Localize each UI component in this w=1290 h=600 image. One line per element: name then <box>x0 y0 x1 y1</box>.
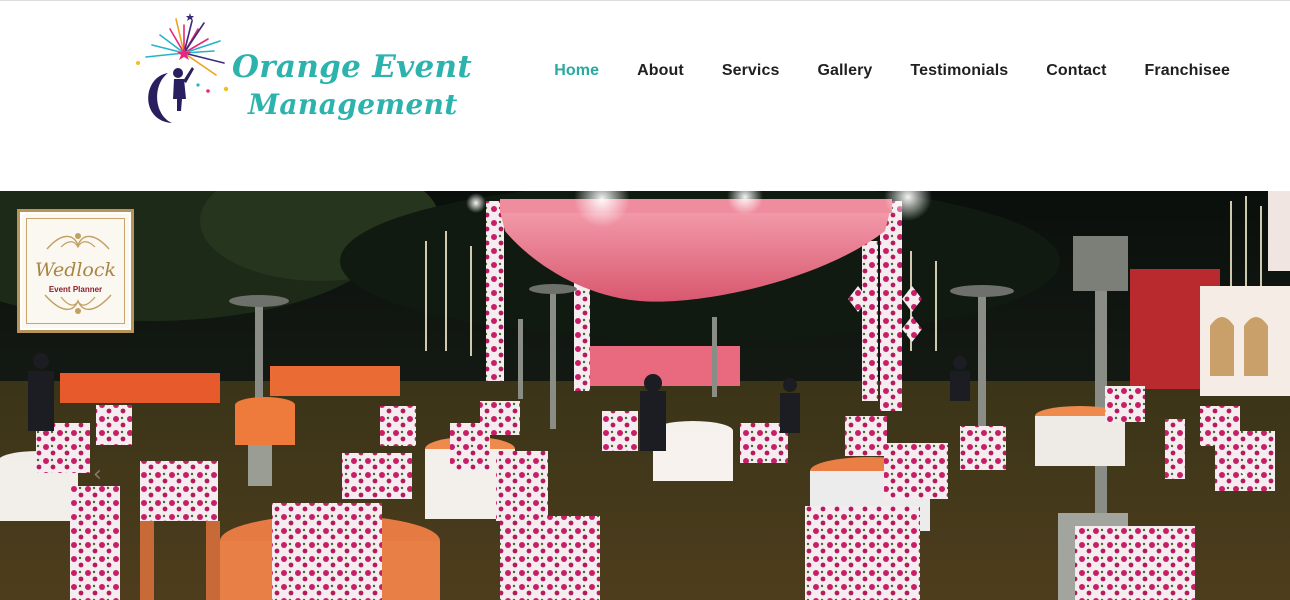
brand-name-line1: Orange Event <box>232 49 472 85</box>
nav-item-home[interactable]: Home <box>554 62 599 80</box>
nav-item-testimonials[interactable]: Testimonials <box>910 62 1008 80</box>
ornament-bottom-icon <box>44 294 112 314</box>
nav-item-about[interactable]: About <box>637 62 684 80</box>
nav-item-contact[interactable]: Contact <box>1046 62 1106 80</box>
site-header: Orange Event Management Home About Servi… <box>0 1 1290 191</box>
nav-item-franchisee[interactable]: Franchisee <box>1145 62 1230 80</box>
hero-slide-image <box>0 191 1290 600</box>
hero-slider[interactable] <box>0 191 1290 600</box>
fireworks-moon-child-icon <box>136 13 229 123</box>
chevron-left-icon[interactable]: ‹ <box>93 462 102 487</box>
nav-item-gallery[interactable]: Gallery <box>817 62 872 80</box>
brand-name: Orange Event Management <box>232 49 472 123</box>
nav-item-services[interactable]: Servics <box>722 62 780 80</box>
main-nav: Home About Servics Gallery Testimonials … <box>516 59 1230 83</box>
badge-script-text: Wedlock <box>34 259 117 281</box>
ornament-top-icon <box>46 233 110 250</box>
site-logo[interactable]: Orange Event Management <box>128 11 473 129</box>
brand-name-line2: Management <box>248 88 458 121</box>
chevron-right-icon[interactable]: › <box>1238 462 1247 487</box>
badge-frame: Wedlock Event Planner <box>26 218 125 324</box>
wedlock-event-planner-logo: Wedlock Event Planner <box>17 209 134 333</box>
